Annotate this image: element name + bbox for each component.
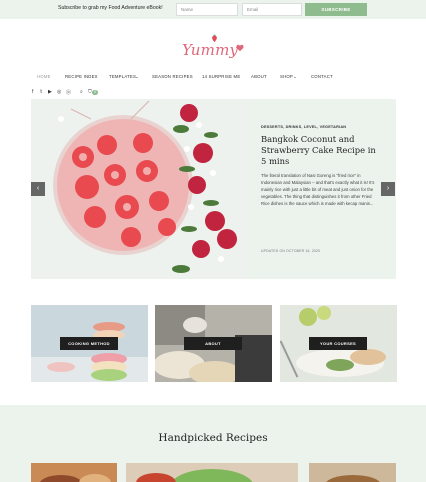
subscribe-bar: Subscribe to grab my Food Adventure eBoo… bbox=[0, 0, 426, 19]
featured-recipe-title[interactable]: Bangkok Coconut and Strawberry Cake Reci… bbox=[261, 134, 379, 167]
featured-recipe-text: DESSERTS, DRINKS, LEVEL, VEGETARIAN Bang… bbox=[261, 99, 386, 279]
search-icon[interactable]: ⌕ bbox=[80, 89, 83, 95]
category-card-your-courses[interactable]: YOUR COURSES bbox=[280, 305, 397, 382]
main-navigation: HOME RECIPE INDEX TEMPLATES ⌄ SEASON REC… bbox=[30, 74, 396, 84]
nav-shop[interactable]: SHOP bbox=[280, 74, 293, 79]
facebook-icon[interactable]: f bbox=[32, 89, 33, 95]
subscribe-button[interactable]: SUBSCRIBE bbox=[305, 3, 367, 16]
instagram-icon[interactable]: ◎ bbox=[57, 89, 61, 95]
email-input[interactable]: Email bbox=[242, 3, 302, 16]
nav-contact[interactable]: CONTACT bbox=[311, 74, 333, 79]
updated-date: UPDATED ON OCTOBER 16, 2020 bbox=[261, 249, 321, 253]
subscribe-promo-text: Subscribe to grab my Food Adventure eBoo… bbox=[58, 5, 163, 11]
recipe-categories[interactable]: DESSERTS, DRINKS, LEVEL, VEGETARIAN bbox=[261, 125, 346, 129]
recipe-thumbnail[interactable] bbox=[31, 463, 117, 482]
heart-icon bbox=[236, 44, 244, 54]
nav-surprise-me[interactable]: 14 SURPRISE ME bbox=[202, 74, 240, 79]
slider-prev-button[interactable]: ‹ bbox=[31, 182, 45, 196]
nav-templates[interactable]: TEMPLATES bbox=[109, 74, 136, 79]
nav-recipe-index[interactable]: RECIPE INDEX bbox=[65, 74, 98, 79]
chevron-down-icon: ⌄ bbox=[293, 74, 297, 79]
your-courses-button[interactable]: YOUR COURSES bbox=[309, 337, 367, 350]
recipe-thumbnail[interactable] bbox=[309, 463, 396, 482]
nav-about[interactable]: ABOUT bbox=[251, 74, 267, 79]
about-button[interactable]: ABOUT bbox=[184, 337, 242, 350]
nav-season-recipes[interactable]: SEASON RECIPES bbox=[152, 74, 193, 79]
cart-count-badge: 0 bbox=[92, 90, 98, 95]
logo-text: Yummy bbox=[182, 41, 239, 59]
category-card-cooking-method[interactable]: COOKING METHOD bbox=[31, 305, 148, 382]
handpicked-heading: Handpicked Recipes bbox=[158, 432, 268, 444]
handpicked-section: Handpicked Recipes bbox=[0, 405, 426, 482]
pinterest-icon[interactable]: ⓟ bbox=[66, 89, 71, 96]
site-logo[interactable]: Yummy bbox=[180, 34, 250, 64]
youtube-icon[interactable]: ▶ bbox=[48, 89, 52, 95]
recipe-thumbnail[interactable] bbox=[126, 463, 298, 482]
chevron-down-icon: ⌄ bbox=[135, 74, 139, 79]
featured-recipe-image[interactable] bbox=[31, 99, 248, 279]
category-card-about[interactable]: ABOUT bbox=[155, 305, 272, 382]
nav-home[interactable]: HOME bbox=[37, 74, 51, 79]
slider-next-button[interactable]: › bbox=[381, 182, 395, 196]
name-input[interactable]: Name bbox=[176, 3, 238, 16]
featured-recipe-excerpt: The literal translation of Nasi Goreng i… bbox=[261, 173, 375, 206]
featured-slider: DESSERTS, DRINKS, LEVEL, VEGETARIAN Bang… bbox=[31, 99, 396, 279]
twitter-icon[interactable]: 𝕥 bbox=[40, 89, 42, 95]
cooking-method-button[interactable]: COOKING METHOD bbox=[60, 337, 118, 350]
